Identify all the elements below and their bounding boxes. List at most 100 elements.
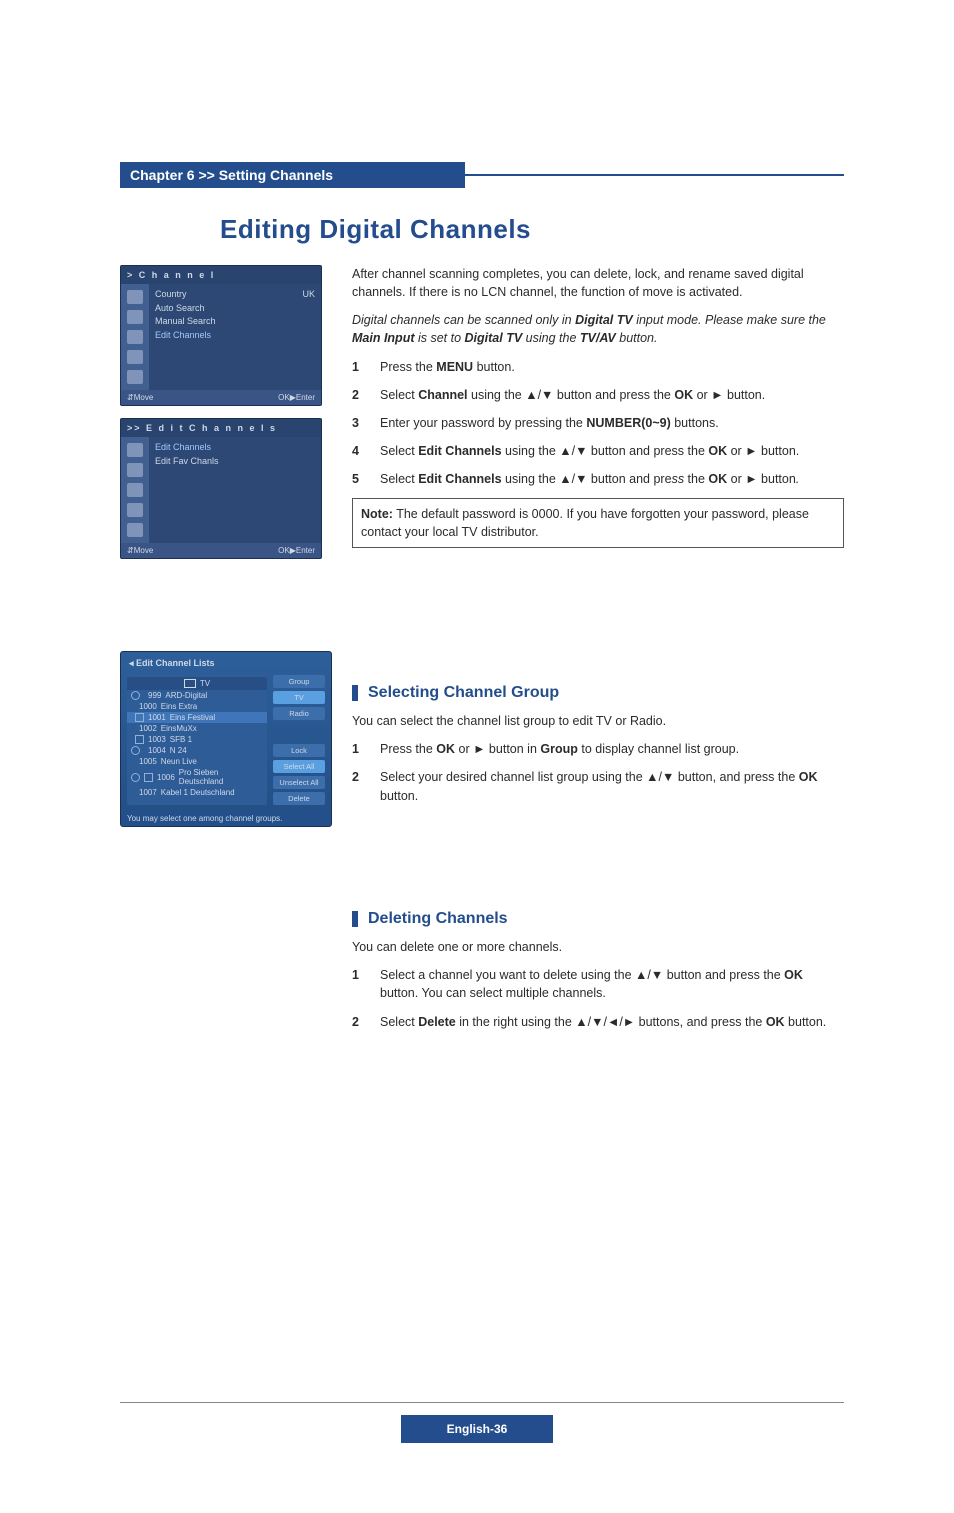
- step-text: Press the OK or ► button in Group to dis…: [380, 740, 844, 758]
- menu-row-selected: Edit Channels: [155, 329, 315, 343]
- step-text: Press the MENU button.: [380, 358, 844, 376]
- ok-key-icon: OK: [278, 393, 290, 402]
- menu-icon: [127, 503, 143, 517]
- nav-icon: ⇵: [127, 393, 134, 402]
- list-tab-tv: TV: [127, 677, 267, 690]
- chapter-bar: Chapter 6 >> Setting Channels: [120, 162, 844, 188]
- step-number: 1: [352, 358, 366, 376]
- step-number: 5: [352, 470, 366, 488]
- note-label: Note:: [361, 507, 393, 521]
- list-item: ARD-Digital: [165, 691, 207, 700]
- nav-icon: ⇵: [127, 546, 134, 555]
- lock-icon: [131, 691, 140, 700]
- menu-footer: ⇵Move OK▶Enter: [121, 390, 321, 405]
- menu-footer-enter: Enter: [296, 546, 315, 555]
- menu-channel-header: > C h a n n e l: [121, 266, 321, 284]
- menu-footer-move: Move: [134, 546, 154, 555]
- note-box: Note: The default password is 0000. If y…: [352, 498, 844, 548]
- menu-row: Country: [155, 288, 187, 302]
- checkbox-icon: [144, 773, 153, 782]
- step-number: 3: [352, 414, 366, 432]
- block-selecting-channel-group: ◂ Edit Channel Lists TV 999ARD-Digital 1…: [120, 681, 844, 827]
- step-number: 2: [352, 386, 366, 404]
- menu-edit-channels-mock: >> E d i t C h a n n e l s Edit Channels…: [120, 418, 322, 559]
- menu-row: Auto Search: [155, 302, 315, 316]
- menu-icon: [127, 463, 143, 477]
- step-number: 1: [352, 966, 366, 1002]
- page-number-pill: English-36: [401, 1415, 554, 1443]
- menu-row: Edit Fav Chanls: [155, 455, 315, 469]
- chapter-bar-underline: [465, 174, 844, 176]
- menu-icon: [127, 330, 143, 344]
- side-btn-lock: Lock: [273, 744, 325, 757]
- right-column-intro: After channel scanning completes, you ca…: [352, 265, 844, 571]
- menu-channel-mock: > C h a n n e l CountryUK Auto Search Ma…: [120, 265, 322, 406]
- menu-row: Manual Search: [155, 315, 315, 329]
- subheading-bar-icon: [352, 685, 358, 701]
- step-text: Select Channel using the ▲/▼ button and …: [380, 386, 844, 404]
- side-btn-select-all: Select All: [273, 760, 325, 773]
- list-item: EinsMuXx: [161, 724, 197, 733]
- menu-side-icons: [121, 437, 149, 543]
- list-item: SFB 1: [170, 735, 192, 744]
- footer-rule: [120, 1402, 844, 1403]
- menu-footer-enter: Enter: [296, 393, 315, 402]
- ok-key-icon: OK: [278, 546, 290, 555]
- subheading-bar-icon: [352, 911, 358, 927]
- paragraph: You can delete one or more channels.: [352, 938, 844, 956]
- list-item: N 24: [170, 746, 187, 755]
- block-deleting-channels: Deleting Channels You can delete one or …: [120, 907, 844, 1041]
- checkbox-icon: [135, 713, 144, 722]
- menu-channel-list: CountryUK Auto Search Manual Search Edit…: [149, 284, 321, 390]
- step-text: Select Edit Channels using the ▲/▼ butto…: [380, 470, 844, 488]
- list-item: Kabel 1 Deutschland: [161, 788, 235, 797]
- edit-channel-lists-list: TV 999ARD-Digital 1000Eins Extra 1001Ein…: [127, 675, 267, 805]
- menu-icon: [127, 350, 143, 364]
- step-text: Select a channel you want to delete usin…: [380, 966, 844, 1002]
- list-item: Eins Festival: [170, 713, 215, 722]
- steps-list: 1 Press the MENU button. 2 Select Channe…: [352, 358, 844, 489]
- intro-note-paragraph: Digital channels can be scanned only in …: [352, 311, 844, 347]
- step-text: Select Edit Channels using the ▲/▼ butto…: [380, 442, 844, 460]
- edit-channel-lists-mock: ◂ Edit Channel Lists TV 999ARD-Digital 1…: [120, 651, 332, 827]
- menu-footer: ⇵Move OK▶Enter: [121, 543, 321, 558]
- section-title: Editing Digital Channels: [220, 214, 844, 245]
- chapter-label: Chapter 6 >> Setting Channels: [130, 162, 333, 188]
- left-column-screenshots: ◂ Edit Channel Lists TV 999ARD-Digital 1…: [120, 651, 330, 827]
- menu-icon: [127, 310, 143, 324]
- menu-edit-channels-list: Edit Channels Edit Fav Chanls: [149, 437, 321, 543]
- subheading-deleting-channels: Deleting Channels: [352, 907, 844, 930]
- menu-edit-channels-header: >> E d i t C h a n n e l s: [121, 419, 321, 437]
- intro-paragraph: After channel scanning completes, you ca…: [352, 265, 844, 301]
- list-item: Neun Live: [161, 757, 197, 766]
- page-footer: English-36: [0, 1415, 954, 1443]
- checkbox-icon: [135, 735, 144, 744]
- left-column-empty: [120, 907, 330, 1041]
- step-text: Enter your password by pressing the NUMB…: [380, 414, 844, 432]
- step-number: 4: [352, 442, 366, 460]
- edit-channel-lists-header: ◂ Edit Channel Lists: [121, 652, 331, 675]
- menu-footer-move: Move: [134, 393, 154, 402]
- subheading-selecting-channel-group: Selecting Channel Group: [352, 681, 844, 704]
- list-item: Eins Extra: [161, 702, 197, 711]
- steps-list: 1 Select a channel you want to delete us…: [352, 966, 844, 1030]
- step-number: 1: [352, 740, 366, 758]
- menu-side-icons: [121, 284, 149, 390]
- step-text: Select your desired channel list group u…: [380, 768, 844, 804]
- left-column-screenshots: > C h a n n e l CountryUK Auto Search Ma…: [120, 265, 330, 571]
- side-btn-radio: Radio: [273, 707, 325, 720]
- menu-icon: [127, 370, 143, 384]
- lock-icon: [131, 773, 140, 782]
- side-btn-delete: Delete: [273, 792, 325, 805]
- step-number: 2: [352, 1013, 366, 1031]
- lock-icon: [131, 746, 140, 755]
- subheading-text: Deleting Channels: [368, 907, 508, 930]
- menu-icon: [127, 290, 143, 304]
- right-column-deleting-channels: Deleting Channels You can delete one or …: [352, 907, 844, 1041]
- steps-list: 1 Press the OK or ► button in Group to d…: [352, 740, 844, 804]
- right-column-selecting-group: Selecting Channel Group You can select t…: [352, 681, 844, 827]
- menu-icon: [127, 483, 143, 497]
- subheading-text: Selecting Channel Group: [368, 681, 559, 704]
- side-btn-tv: TV: [273, 691, 325, 704]
- edit-channel-lists-footer: You may select one among channel groups.: [121, 811, 331, 826]
